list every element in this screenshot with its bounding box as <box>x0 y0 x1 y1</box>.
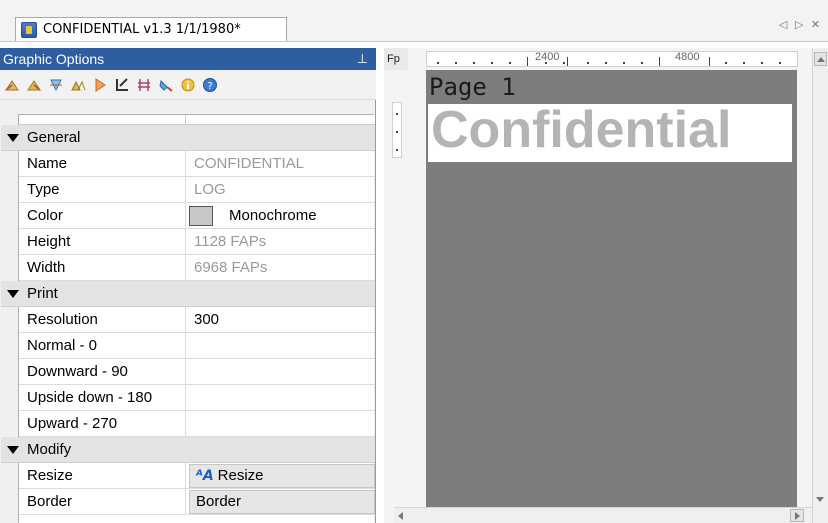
category-label: Modify <box>27 441 72 458</box>
property-label: Resolution <box>27 311 98 328</box>
category-general[interactable]: General <box>1 125 375 151</box>
adjust-icon[interactable] <box>136 77 152 93</box>
mirror-icon[interactable] <box>70 77 86 93</box>
property-label: Upward - 270 <box>27 415 118 432</box>
property-label: Resize <box>27 467 73 484</box>
property-label: Name <box>27 155 68 172</box>
preview-canvas[interactable]: Page 1 Confidential <box>426 70 797 507</box>
pin-icon[interactable]: ⊥ <box>357 48 368 70</box>
border-button-label: Border <box>196 493 242 510</box>
vertical-scrollbar[interactable] <box>812 48 828 523</box>
property-row-downward[interactable]: Downward - 90 <box>19 359 375 385</box>
property-row-border[interactable]: Border Border <box>19 489 375 515</box>
property-row-resolution[interactable]: Resolution 300 <box>19 307 375 333</box>
tab-scroll-arrows-icon[interactable]: ◁ ▷ ✕ <box>779 18 822 31</box>
flip-icon[interactable] <box>48 77 64 93</box>
property-value: 6968 FAPs <box>194 259 268 276</box>
scroll-right-icon[interactable] <box>790 509 804 522</box>
horizontal-ruler: 2400 4800 <box>426 51 798 67</box>
category-print[interactable]: Print <box>1 281 375 307</box>
property-grid-header <box>19 115 375 125</box>
document-tab-label: CONFIDENTIAL v1.3 1/1/1980* <box>43 22 241 37</box>
vertical-ruler <box>392 102 402 158</box>
horizontal-scrollbar[interactable] <box>394 507 812 523</box>
category-modify[interactable]: Modify <box>1 437 375 463</box>
property-row-resize[interactable]: Resize ᴬA Resize <box>19 463 375 489</box>
ruler-label: 2400 <box>535 51 560 63</box>
resize-button-label: Resize <box>217 467 264 484</box>
property-row-name[interactable]: Name CONFIDENTIAL <box>19 151 375 177</box>
color-swatch[interactable] <box>189 206 213 226</box>
property-row-color[interactable]: Color Monochrome <box>19 203 375 229</box>
svg-text:?: ? <box>207 81 212 92</box>
property-label: Width <box>27 259 66 276</box>
ruler-corner: Fp <box>384 48 408 70</box>
property-value: LOG <box>194 181 226 198</box>
graphic-options-panel: Graphic Options ⊥ ? General Name CONFIDE… <box>0 48 376 523</box>
document-icon <box>21 21 37 38</box>
scroll-up-icon[interactable] <box>814 52 827 66</box>
property-grid: General Name CONFIDENTIAL Type LOG Color… <box>1 114 375 523</box>
resize-button[interactable]: ᴬA Resize <box>189 464 375 488</box>
category-label: Print <box>27 285 58 302</box>
border-button[interactable]: Border <box>189 490 375 514</box>
rotate-right-icon[interactable] <box>26 77 42 93</box>
property-value: CONFIDENTIAL <box>194 155 305 172</box>
page-label: Page 1 <box>429 73 516 101</box>
collapse-triangle-icon[interactable] <box>7 134 19 142</box>
property-value: 1128 FAPs <box>194 233 267 250</box>
property-label: Height <box>27 233 71 250</box>
property-label: Normal - 0 <box>27 337 98 354</box>
property-value: 300 <box>194 311 220 328</box>
property-row-upside-down[interactable]: Upside down - 180 <box>19 385 375 411</box>
preview-pane: Fp 2400 4800 Page 1 Confidential <box>384 48 828 523</box>
property-label: Downward - 90 <box>27 363 128 380</box>
panel-title-bar: Graphic Options ⊥ <box>0 48 376 70</box>
ruler-label: 4800 <box>675 51 700 63</box>
collapse-triangle-icon[interactable] <box>7 290 19 298</box>
property-row-width[interactable]: Width 6968 FAPs <box>19 255 375 281</box>
property-row-normal[interactable]: Normal - 0 <box>19 333 375 359</box>
panel-title: Graphic Options <box>3 51 105 67</box>
property-value: Monochrome <box>229 207 317 224</box>
document-tab[interactable]: CONFIDENTIAL v1.3 1/1/1980* <box>15 17 287 41</box>
property-label: Upside down - 180 <box>27 389 153 406</box>
help-icon[interactable]: ? <box>202 77 218 93</box>
collapse-triangle-icon[interactable] <box>7 446 19 454</box>
property-label: Type <box>27 181 60 198</box>
property-row-height[interactable]: Height 1128 FAPs <box>19 229 375 255</box>
color-picker-icon[interactable] <box>158 77 174 93</box>
triangle-icon[interactable] <box>92 77 108 93</box>
graphic-preview[interactable]: Confidential <box>428 104 792 162</box>
property-row-type[interactable]: Type LOG <box>19 177 375 203</box>
rotate-left-icon[interactable] <box>4 77 20 93</box>
property-label: Color <box>27 207 63 224</box>
category-label: General <box>27 129 81 146</box>
document-tab-strip: CONFIDENTIAL v1.3 1/1/1980* ◁ ▷ ✕ <box>0 0 828 42</box>
crop-icon[interactable] <box>114 77 130 93</box>
watermark-text: Confidential <box>431 104 732 159</box>
info-icon[interactable] <box>180 77 196 93</box>
panel-toolbar: ? <box>0 70 376 100</box>
property-row-upward[interactable]: Upward - 270 <box>19 411 375 437</box>
property-label: Border <box>27 493 73 510</box>
resize-icon: ᴬA <box>196 468 214 484</box>
scroll-down-icon[interactable] <box>814 493 827 507</box>
